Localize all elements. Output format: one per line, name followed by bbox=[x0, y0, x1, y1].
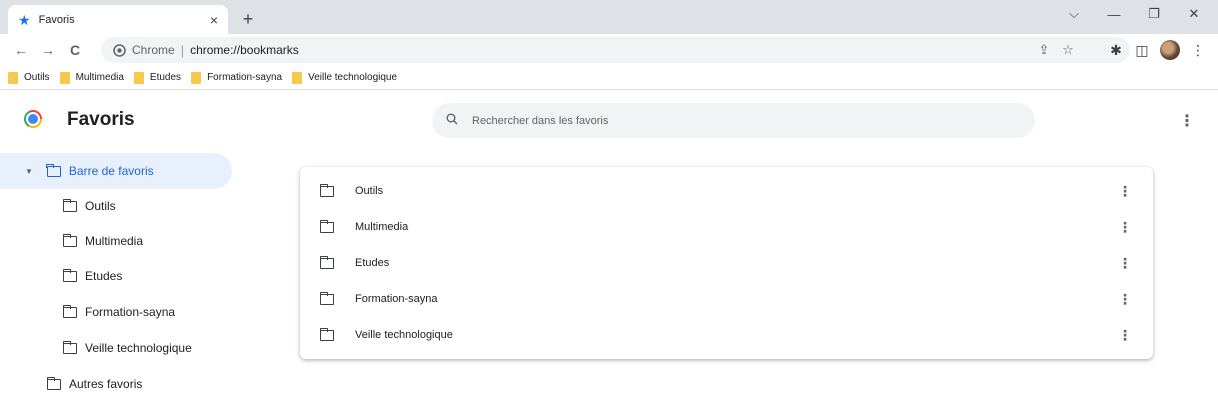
close-window-button[interactable]: ✕ bbox=[1174, 0, 1214, 28]
star-icon: ★ bbox=[18, 11, 31, 28]
bookmarks-bar-item[interactable]: Formation-sayna bbox=[191, 68, 282, 88]
bookmarks-bar-item[interactable]: Etudes bbox=[133, 68, 181, 88]
more-actions-icon[interactable]: ⋮ bbox=[1115, 287, 1135, 311]
folder-icon bbox=[46, 163, 61, 177]
list-item[interactable]: Multimedia ⋮ bbox=[300, 209, 1153, 245]
sidebar-item-outils[interactable]: Outils bbox=[0, 188, 232, 224]
sidebar-item-formation-sayna[interactable]: Formation-sayna bbox=[0, 294, 232, 330]
more-actions-icon[interactable]: ⋮ bbox=[1115, 215, 1135, 239]
tab-title: Favoris bbox=[38, 13, 75, 26]
toolbar: ← → C Chrome | chrome://bookmarks ⇪ ☆ bbox=[0, 34, 1218, 66]
more-actions-icon[interactable]: ⋮ bbox=[1115, 323, 1135, 347]
tab-search-dropdown-icon[interactable]: ⌵ bbox=[1054, 0, 1094, 28]
bookmarks-bar: Outils Multimedia Etudes Formation-sayna… bbox=[0, 66, 1218, 90]
folder-icon bbox=[62, 268, 77, 282]
folder-icon bbox=[62, 340, 77, 354]
site-chip: Chrome bbox=[132, 43, 175, 57]
tab-strip: ★ Favoris × + ⌵ — ❐ ✕ bbox=[0, 0, 1218, 34]
chrome-logo-icon bbox=[24, 110, 42, 128]
folder-icon bbox=[59, 71, 70, 84]
address-bar[interactable]: Chrome | chrome://bookmarks bbox=[101, 37, 1130, 63]
folder-icon bbox=[319, 255, 334, 269]
folder-icon bbox=[319, 183, 334, 197]
bookmark-star-icon[interactable]: ☆ bbox=[1058, 37, 1078, 63]
list-item[interactable]: Formation-sayna ⋮ bbox=[300, 281, 1153, 317]
folder-icon bbox=[62, 304, 77, 318]
sidebar-item-autres-favoris[interactable]: Autres favoris bbox=[0, 366, 232, 402]
search-icon bbox=[446, 113, 458, 128]
page-title: Favoris bbox=[67, 109, 135, 130]
extensions-icon[interactable]: ✱ bbox=[1104, 38, 1128, 62]
list-item[interactable]: Etudes ⋮ bbox=[300, 245, 1153, 281]
back-button[interactable]: ← bbox=[10, 38, 32, 62]
folder-icon bbox=[319, 327, 334, 341]
sidebar-item-veille-technologique[interactable]: Veille technologique bbox=[0, 330, 232, 366]
bookmarks-bar-item[interactable]: Outils bbox=[8, 68, 50, 88]
new-tab-button[interactable]: + bbox=[236, 7, 260, 31]
folder-icon bbox=[46, 376, 61, 390]
folder-icon bbox=[319, 219, 334, 233]
sidebar-item-etudes[interactable]: Etudes bbox=[0, 258, 232, 294]
url-separator: | bbox=[180, 42, 185, 58]
forward-button[interactable]: → bbox=[37, 38, 59, 62]
minimize-button[interactable]: — bbox=[1094, 0, 1134, 28]
search-box[interactable] bbox=[432, 103, 1035, 138]
folder-icon bbox=[319, 291, 334, 305]
folder-icon bbox=[133, 71, 144, 84]
expand-arrow-icon[interactable]: ▼ bbox=[25, 167, 33, 176]
list-item[interactable]: Outils ⋮ bbox=[300, 173, 1153, 209]
tab-close-icon[interactable]: × bbox=[210, 12, 218, 28]
avatar[interactable] bbox=[1160, 40, 1180, 60]
restore-button[interactable]: ❐ bbox=[1134, 0, 1174, 28]
url-text: chrome://bookmarks bbox=[190, 43, 299, 57]
folder-icon bbox=[292, 71, 303, 84]
tab-favoris[interactable]: ★ Favoris × bbox=[8, 5, 228, 34]
folder-icon bbox=[62, 233, 77, 247]
side-panel-icon[interactable]: ◫ bbox=[1130, 38, 1154, 62]
more-actions-icon[interactable]: ⋮ bbox=[1115, 179, 1135, 203]
folder-icon bbox=[62, 198, 77, 212]
reload-button[interactable]: C bbox=[64, 38, 86, 62]
folder-icon bbox=[191, 71, 202, 84]
chrome-site-icon bbox=[113, 43, 126, 57]
bookmark-list: Outils ⋮ Multimedia ⋮ Etudes ⋮ Formation… bbox=[300, 167, 1153, 359]
share-icon[interactable]: ⇪ bbox=[1034, 37, 1054, 63]
list-item[interactable]: Veille technologique ⋮ bbox=[300, 317, 1153, 353]
sidebar-item-barre-de-favoris[interactable]: ▼ Barre de favoris bbox=[0, 153, 232, 189]
chrome-menu-icon[interactable]: ⋮ bbox=[1186, 38, 1210, 62]
bookmarks-header: Favoris ⋮ bbox=[0, 91, 1218, 153]
more-actions-icon[interactable]: ⋮ bbox=[1115, 251, 1135, 275]
bookmarks-bar-item[interactable]: Multimedia bbox=[59, 68, 124, 88]
search-input[interactable] bbox=[472, 114, 1012, 127]
folder-icon bbox=[8, 71, 18, 84]
sidebar-item-multimedia[interactable]: Multimedia bbox=[0, 223, 232, 259]
page-menu-icon[interactable]: ⋮ bbox=[1177, 109, 1197, 133]
bookmarks-bar-item[interactable]: Veille technologique bbox=[292, 68, 397, 88]
